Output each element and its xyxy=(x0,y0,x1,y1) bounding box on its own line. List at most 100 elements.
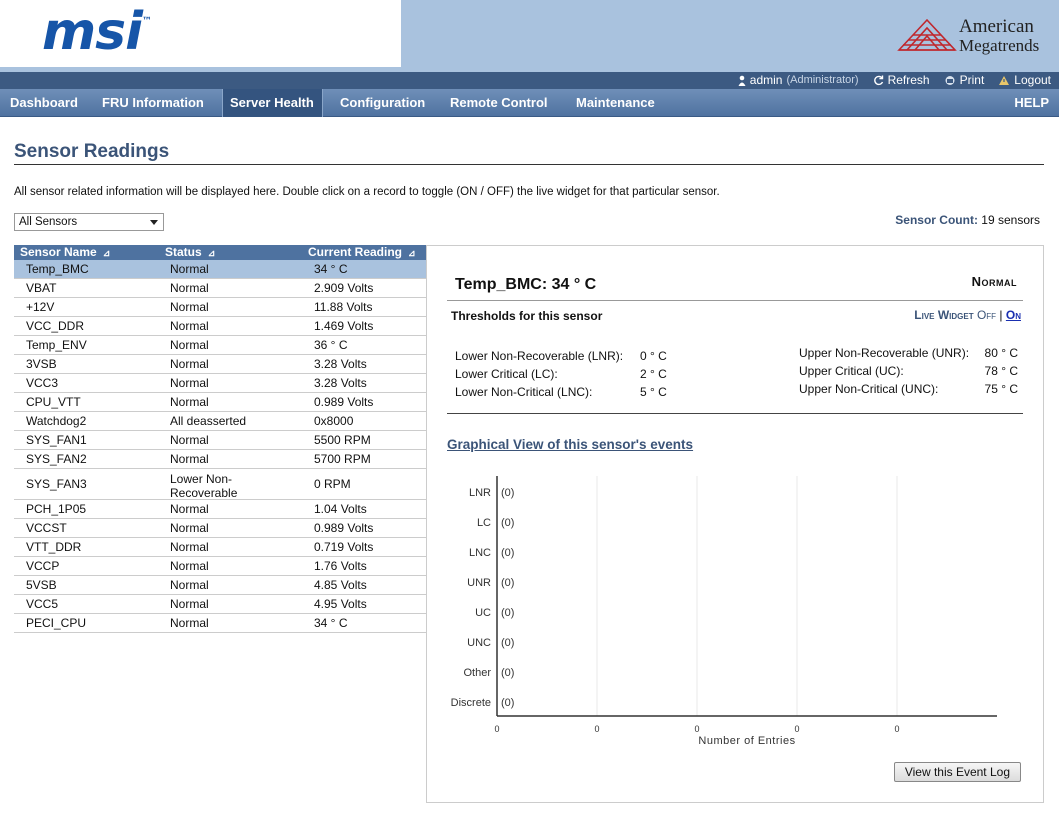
status-cell: Normal xyxy=(170,452,209,466)
tab-dashboard[interactable]: Dashboard xyxy=(0,89,88,117)
chart-category-label: UC xyxy=(475,607,491,619)
sensor-name-cell: VBAT xyxy=(26,281,57,295)
sensor-name-cell: VCC5 xyxy=(26,597,59,611)
reading-cell: 1.04 Volts xyxy=(314,502,367,516)
tab-server-health[interactable]: Server Health xyxy=(222,89,323,117)
brand-logo-area: msi™ xyxy=(0,0,401,67)
tab-configuration[interactable]: Configuration xyxy=(330,89,435,117)
chart-value-label: (0) xyxy=(501,667,514,679)
reading-cell: 0.719 Volts xyxy=(314,540,374,554)
live-widget-separator: | xyxy=(999,308,1003,322)
threshold-lnr-label: Lower Non-Recoverable (LNR): xyxy=(455,349,624,363)
chart-value-label: (0) xyxy=(501,547,514,559)
threshold-unc-value: 75 ° C xyxy=(984,382,1018,396)
chart-category-label: UNC xyxy=(467,637,491,649)
sensor-name-cell: PCH_1P05 xyxy=(26,502,87,516)
table-row[interactable]: VTT_DDR Normal 0.719 Volts xyxy=(14,538,426,557)
print-icon xyxy=(945,75,955,85)
column-header-status[interactable]: Status ⊿ xyxy=(165,245,215,261)
main-nav: Dashboard FRU Information Server Health … xyxy=(0,89,1059,117)
reading-cell: 11.88 Volts xyxy=(314,300,373,314)
sensor-name-cell: VCCST xyxy=(26,521,67,535)
sensor-name-cell: Temp_ENV xyxy=(26,338,87,352)
table-row[interactable]: Temp_ENV Normal 36 ° C xyxy=(14,336,426,355)
chart-category-label: LC xyxy=(477,517,491,529)
table-row[interactable]: CPU_VTT Normal 0.989 Volts xyxy=(14,393,426,412)
view-event-log-button[interactable]: View this Event Log xyxy=(893,762,1021,782)
status-cell: Lower Non-Recoverable xyxy=(170,472,238,500)
sensor-name-cell: VCCP xyxy=(26,559,60,573)
table-row[interactable]: VCCST Normal 0.989 Volts xyxy=(14,519,426,538)
refresh-label[interactable]: Refresh xyxy=(888,73,930,87)
table-row[interactable]: 3VSB Normal 3.28 Volts xyxy=(14,355,426,374)
help-link[interactable]: HELP xyxy=(1004,89,1059,117)
table-row[interactable]: Watchdog2 All deasserted 0x8000 xyxy=(14,412,426,431)
sensor-name-cell: 3VSB xyxy=(26,357,57,371)
reading-cell: 3.28 Volts xyxy=(314,376,367,390)
column-header-sensor-name[interactable]: Sensor Name ⊿ xyxy=(20,245,110,261)
sensor-filter-value: All Sensors xyxy=(19,216,78,228)
sensor-table: Sensor Name ⊿ Status ⊿ Current Reading ⊿ Te… xyxy=(14,245,426,633)
sensor-name-cell: SYS_FAN1 xyxy=(26,433,87,447)
tab-remote-control[interactable]: Remote Control xyxy=(440,89,558,117)
sort-icon: ⊿ xyxy=(408,248,416,258)
refresh-link[interactable]: Refresh xyxy=(873,73,930,87)
live-widget-on[interactable]: On xyxy=(1006,308,1021,322)
chart-x-tick-label: 0 xyxy=(594,724,599,734)
reading-cell: 4.85 Volts xyxy=(314,578,367,592)
reading-cell: 0.989 Volts xyxy=(314,395,374,409)
print-label[interactable]: Print xyxy=(960,73,985,87)
tab-fru-information[interactable]: FRU Information xyxy=(92,89,214,117)
table-row[interactable]: VBAT Normal 2.909 Volts xyxy=(14,279,426,298)
table-row[interactable]: VCC3 Normal 3.28 Volts xyxy=(14,374,426,393)
status-cell: All deasserted xyxy=(170,414,247,428)
graph-title-link[interactable]: Graphical View of this sensor's events xyxy=(447,437,693,452)
table-row[interactable]: PECI_CPU Normal 34 ° C xyxy=(14,614,426,633)
table-row[interactable]: VCC_DDR Normal 1.469 Volts xyxy=(14,317,426,336)
sensor-name-cell: VCC_DDR xyxy=(26,319,85,333)
chart-x-tick-label: 0 xyxy=(494,724,499,734)
logout-link[interactable]: Logout xyxy=(998,73,1051,87)
reading-cell: 3.28 Volts xyxy=(314,357,367,371)
user-icon xyxy=(738,75,746,86)
live-widget-off[interactable]: Off xyxy=(977,308,996,322)
reading-cell: 36 ° C xyxy=(314,338,348,352)
table-row[interactable]: SYS_FAN1 Normal 5500 RPM xyxy=(14,431,426,450)
sensor-name-cell: SYS_FAN2 xyxy=(26,452,87,466)
threshold-unr-label: Upper Non-Recoverable (UNR): xyxy=(799,346,970,360)
status-cell: Normal xyxy=(170,597,209,611)
logout-label[interactable]: Logout xyxy=(1014,73,1051,87)
reading-cell: 34 ° C xyxy=(314,262,348,276)
utility-bar: admin (Administrator) Refresh Print Logo… xyxy=(0,72,1059,89)
chart-value-label: (0) xyxy=(501,517,514,529)
column-header-current-reading[interactable]: Current Reading ⊿ xyxy=(308,245,416,261)
table-row[interactable]: 5VSB Normal 4.85 Volts xyxy=(14,576,426,595)
status-cell: Normal xyxy=(170,578,209,592)
chart-category-label: LNR xyxy=(469,487,491,499)
reading-cell: 0 RPM xyxy=(314,477,351,491)
reading-cell: 34 ° C xyxy=(314,616,348,630)
reading-cell: 5500 RPM xyxy=(314,433,371,447)
chart-value-label: (0) xyxy=(501,637,514,649)
sensor-name-cell: +12V xyxy=(26,300,55,314)
print-link[interactable]: Print xyxy=(944,73,985,87)
sensor-filter-dropdown[interactable]: All Sensors xyxy=(14,213,164,231)
sensor-count-label: Sensor Count: xyxy=(895,213,978,227)
status-cell: Normal xyxy=(170,281,209,295)
sort-icon: ⊿ xyxy=(207,248,216,258)
sensor-detail-panel: Temp_BMC: 34 ° C Normal Thresholds for t… xyxy=(426,245,1044,803)
table-row[interactable]: VCC5 Normal 4.95 Volts xyxy=(14,595,426,614)
chart-x-tick-label: 0 xyxy=(894,724,899,734)
table-row[interactable]: VCCP Normal 1.76 Volts xyxy=(14,557,426,576)
chart-category-label: LNC xyxy=(469,547,491,559)
tab-maintenance[interactable]: Maintenance xyxy=(566,89,665,117)
status-cell: Normal xyxy=(170,616,209,630)
table-row[interactable]: Temp_BMC Normal 34 ° C xyxy=(14,260,426,279)
sensor-name-cell: 5VSB xyxy=(26,578,57,592)
chart-x-axis-label: Number of Entries xyxy=(698,735,795,747)
table-row[interactable]: SYS_FAN2 Normal 5700 RPM xyxy=(14,450,426,469)
table-row[interactable]: SYS_FAN3 Lower Non-Recoverable 0 RPM xyxy=(14,469,426,500)
table-row[interactable]: +12V Normal 11.88 Volts xyxy=(14,298,426,317)
table-row[interactable]: PCH_1P05 Normal 1.04 Volts xyxy=(14,500,426,519)
threshold-lnr-value: 0 ° C xyxy=(640,349,667,363)
